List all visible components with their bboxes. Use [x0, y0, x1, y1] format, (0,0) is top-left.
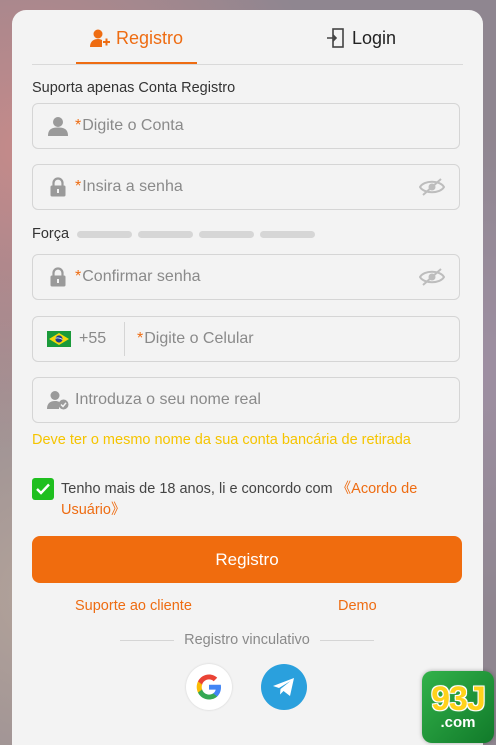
customer-support-link[interactable]: Suporte ao cliente	[75, 598, 192, 614]
account-field: *	[32, 103, 460, 149]
check-icon	[36, 483, 50, 495]
strength-bar	[138, 230, 194, 238]
phone-field: +55 *	[32, 316, 460, 362]
demo-link[interactable]: Demo	[338, 598, 377, 614]
agreement-checkbox[interactable]	[32, 478, 54, 500]
divider-line	[120, 639, 175, 641]
login-door-icon	[327, 28, 344, 48]
brand-logo: 93J .com	[422, 671, 494, 743]
strength-label: Força	[32, 226, 70, 242]
telegram-icon	[273, 678, 294, 696]
brazil-flag-icon[interactable]	[47, 331, 71, 347]
agreement-text: Tenho mais de 18 anos, li e concordo com…	[61, 479, 452, 521]
tab-divider	[32, 64, 463, 65]
country-code[interactable]: +55	[79, 330, 119, 348]
password-input[interactable]	[82, 165, 419, 209]
binding-divider: Registro vinculativo	[120, 632, 375, 648]
tab-login-label: Login	[352, 27, 397, 48]
required-mark: *	[75, 268, 82, 285]
telegram-login-button[interactable]	[261, 664, 307, 710]
eye-slash-icon[interactable]	[419, 177, 445, 197]
eye-slash-icon[interactable]	[419, 267, 445, 287]
tab-register-label: Registro	[116, 27, 184, 48]
lock-icon	[47, 176, 69, 198]
required-mark: *	[75, 117, 82, 134]
agreement-statement: Tenho mais de 18 anos, li e concordo com	[61, 481, 337, 497]
brand-domain: .com	[440, 714, 476, 731]
user-add-icon	[90, 29, 110, 47]
register-panel: Registro Login Suporta apenas Conta Regi…	[12, 10, 483, 745]
agreement-row: Tenho mais de 18 anos, li e concordo com…	[32, 478, 452, 521]
google-login-button[interactable]	[186, 664, 232, 710]
brand-number: 93J	[431, 680, 486, 718]
real-name-field	[32, 377, 460, 423]
tab-login[interactable]: Login	[326, 26, 396, 50]
real-name-hint: Deve ter o mesmo nome da sua conta bancá…	[32, 432, 411, 448]
required-mark: *	[75, 178, 82, 195]
required-mark: *	[137, 330, 144, 347]
user-verified-icon	[47, 389, 69, 411]
lock-icon	[47, 266, 69, 288]
google-icon	[196, 674, 221, 700]
strength-bar	[77, 230, 133, 238]
confirm-password-input[interactable]	[82, 255, 419, 299]
account-input[interactable]	[82, 104, 459, 148]
binding-label: Registro vinculativo	[184, 632, 310, 648]
divider	[124, 322, 125, 356]
confirm-password-field: *	[32, 254, 460, 300]
support-only-notice: Suporta apenas Conta Registro	[32, 80, 236, 96]
divider-line	[319, 639, 375, 641]
tab-bar: Registro Login	[12, 10, 483, 66]
tab-register[interactable]: Registro	[90, 26, 183, 50]
phone-input[interactable]	[144, 317, 459, 361]
real-name-input[interactable]	[75, 378, 459, 422]
password-strength: Força	[32, 226, 321, 242]
register-button[interactable]: Registro	[32, 536, 462, 583]
strength-bar	[199, 230, 255, 238]
strength-bar	[260, 230, 316, 238]
password-field: *	[32, 164, 460, 210]
user-icon	[47, 115, 69, 137]
